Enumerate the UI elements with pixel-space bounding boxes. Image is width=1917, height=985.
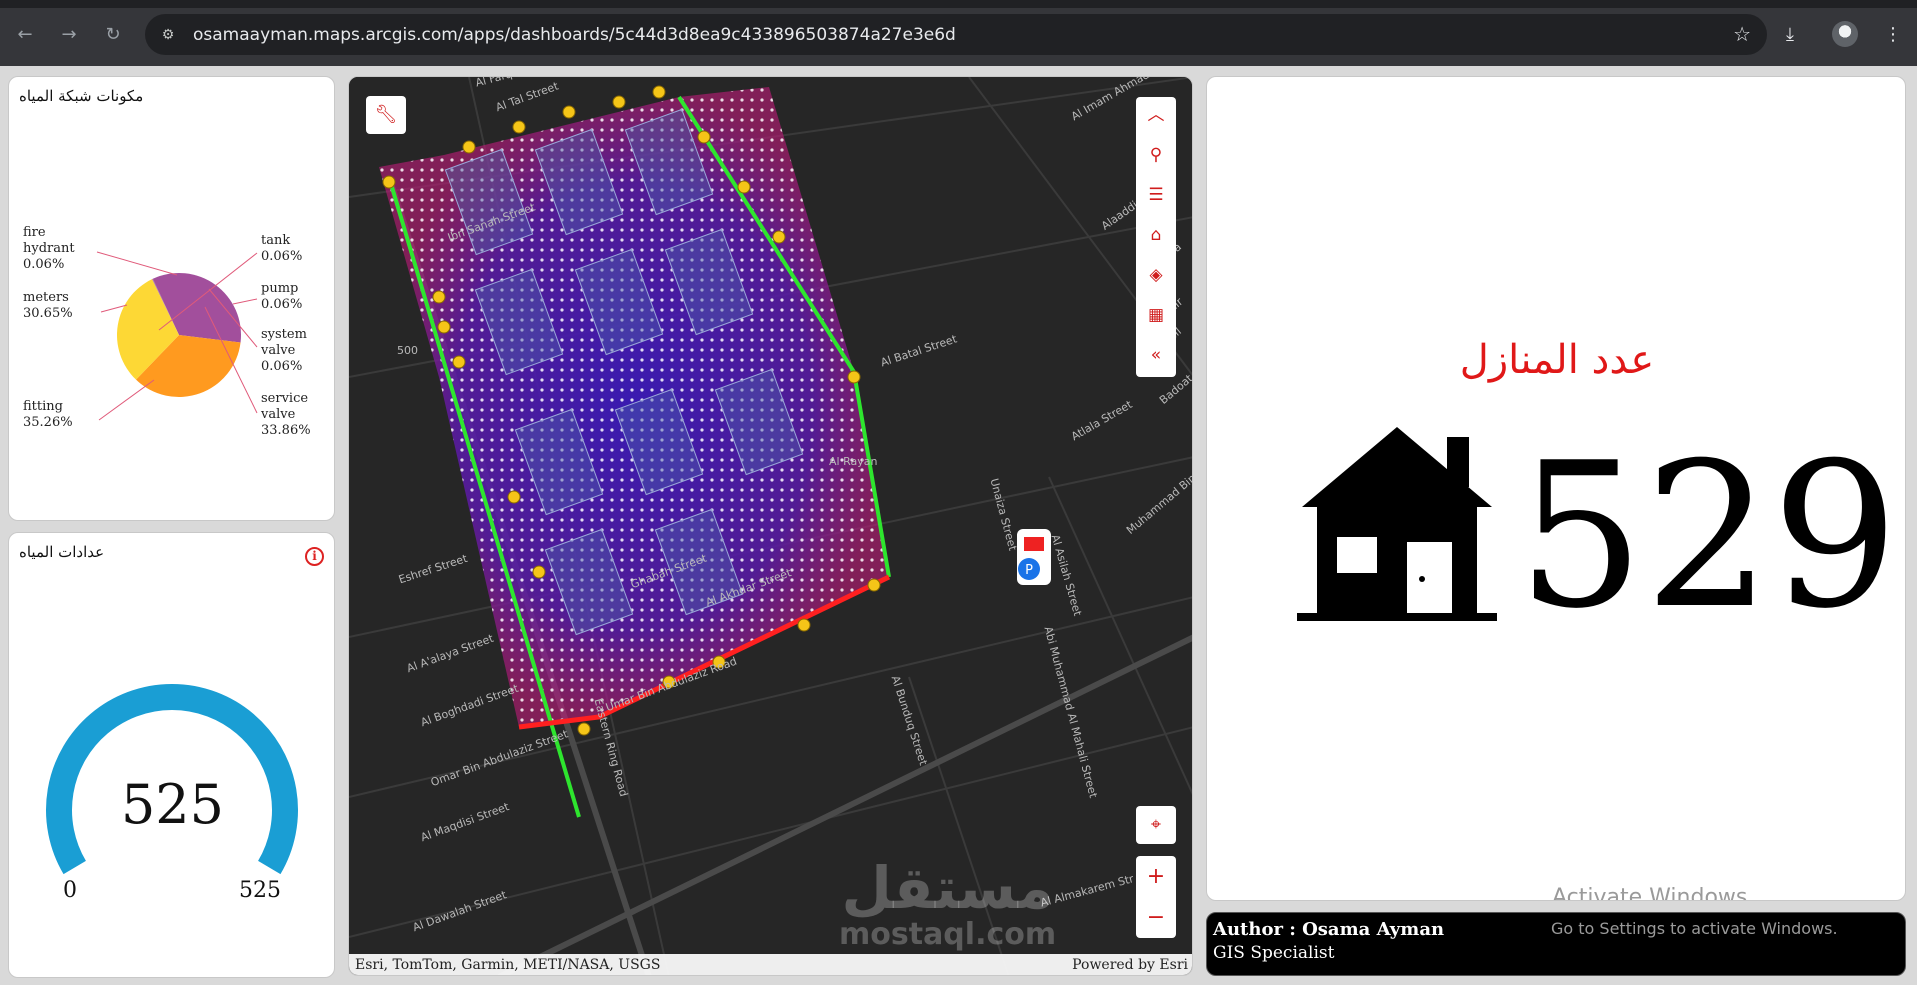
gauge-value: 525 (120, 773, 225, 836)
wrench-icon[interactable]: 🔧︎ (366, 96, 406, 134)
url-text[interactable]: osamaayman.maps.arcgis.com/apps/dashboar… (193, 24, 956, 46)
gauge-max-label: 525 (239, 878, 281, 903)
back-icon[interactable]: ← (12, 22, 38, 48)
author-name: Author : Osama Ayman (1213, 919, 1445, 940)
site-settings-icon[interactable]: ⚙ (157, 24, 179, 46)
gauge-min-label: 0 (63, 878, 77, 903)
windows-activation-hint: Go to Settings to activate Windows. (1551, 919, 1838, 938)
street-label: 500 (397, 344, 418, 357)
map-canvas[interactable]: P (349, 77, 1193, 976)
forward-icon[interactable]: → (56, 22, 82, 48)
layers-icon[interactable]: ◈ (1136, 257, 1176, 293)
zoom-control: + − (1136, 856, 1176, 938)
pie-label-tank: tank 0.06% (261, 233, 303, 264)
collapse-left-icon[interactable]: « (1136, 337, 1176, 373)
browser-chrome: ← → ↻ ⚙ osamaayman.maps.arcgis.com/apps/… (0, 0, 1917, 66)
pie-label-fitting: fitting 35.26% (23, 399, 73, 430)
windows-activation-title: Activate Windows (1552, 885, 1748, 901)
pie-leader-line (96, 251, 178, 276)
zoom-out-icon[interactable]: − (1136, 897, 1176, 938)
profile-avatar[interactable] (1832, 21, 1858, 47)
locate-icon[interactable]: ⌖ (1136, 806, 1176, 844)
houses-count-value: 529 (1517, 420, 1899, 653)
pie-leader-line (98, 379, 155, 421)
gauge-svg (46, 684, 298, 875)
pie-leader-line (232, 298, 258, 305)
map-toolbar: ︿ ⚲ ☰ ⌂ ◈ ▦ « (1136, 97, 1176, 377)
collapse-up-icon[interactable]: ︿ (1136, 97, 1176, 133)
author-role: GIS Specialist (1213, 943, 1335, 963)
street-label: Al Rayan (829, 455, 878, 468)
houses-title: عدد المنازل (1459, 337, 1655, 383)
attribution-sources: Esri, TomTom, Garmin, METI/NASA, USGS (355, 957, 661, 973)
author-panel: Author : Osama Ayman GIS Specialist Go t… (1206, 912, 1906, 976)
network-components-panel: مكونات شبكة المياه fire hydrant 0.06% me… (8, 76, 335, 521)
zoom-in-icon[interactable]: + (1136, 856, 1176, 897)
qr-code-icon[interactable]: ▦ (1136, 297, 1176, 333)
watermark: مستقل mostaql.com (839, 854, 1057, 952)
water-meters-panel: عدادات المياه i 525 0 525 (8, 532, 335, 978)
pie-label-meters: meters 30.65% (23, 290, 73, 321)
houses-count-panel: عدد المنازل 529 Activate Windows (1206, 76, 1906, 901)
house-icon (1297, 427, 1497, 621)
powered-by-esri[interactable]: Powered by Esri (1072, 954, 1188, 975)
pie-label-service-valve: service valve 33.86% (261, 391, 311, 438)
pie-label-fire-hydrant: fire hydrant 0.06% (23, 225, 75, 272)
legend-list-icon[interactable]: ☰ (1136, 177, 1176, 213)
pie-label-system-valve: system valve 0.06% (261, 327, 307, 374)
address-bar[interactable]: ⚙ osamaayman.maps.arcgis.com/apps/dashbo… (145, 14, 1767, 55)
pie-label-pump: pump 0.06% (261, 281, 303, 312)
map-view[interactable]: P Al Farq Al Tal Street Ibn Sanah Street Al… (348, 76, 1193, 976)
search-icon[interactable]: ⚲ (1136, 137, 1176, 173)
svg-text:P: P (1025, 563, 1033, 578)
menu-kebab-icon[interactable]: ⋮ (1884, 22, 1902, 48)
home-icon[interactable]: ⌂ (1136, 217, 1176, 253)
download-icon[interactable]: ⤓ (1786, 22, 1794, 48)
bookmark-star-icon[interactable]: ☆ (1733, 22, 1751, 46)
map-attribution: Esri, TomTom, Garmin, METI/NASA, USGS Po… (349, 954, 1192, 975)
tab-strip (0, 0, 1917, 8)
reload-icon[interactable]: ↻ (100, 22, 126, 48)
